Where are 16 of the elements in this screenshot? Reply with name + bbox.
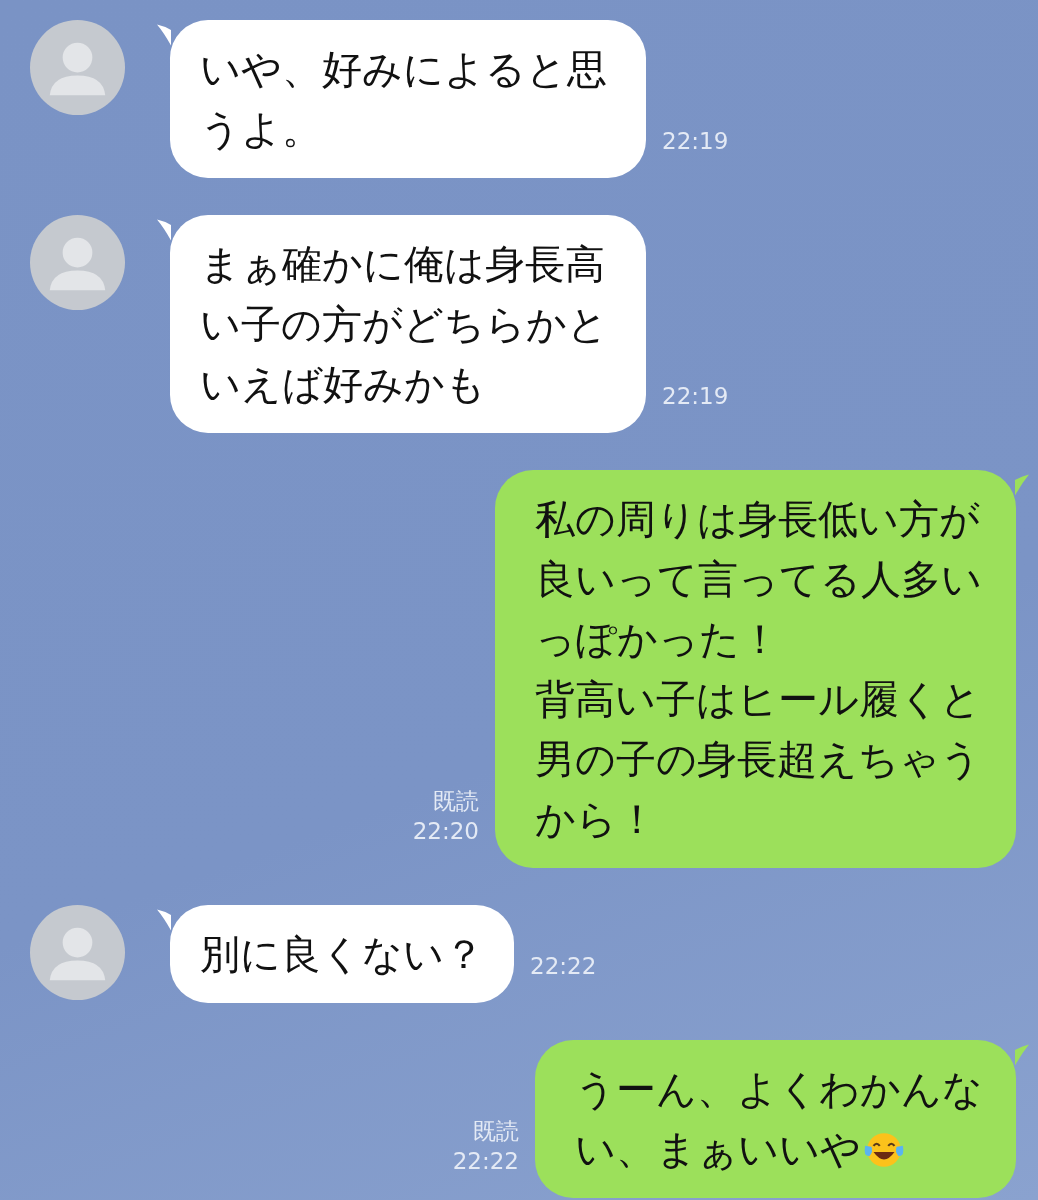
message-text: 背高い子はヒール履くと男の子の身長超えちゃうから！: [535, 676, 981, 842]
message-time: 22:20: [412, 817, 479, 846]
read-label: 既読: [473, 1117, 519, 1146]
message-text: まぁ確かに俺は身長高い子の方がどちらかといえば好みかも: [200, 241, 608, 407]
message-text: 私の周りは身長低い方が良いって言ってる人多いっぽかった！: [535, 496, 982, 662]
message-text: うーん、よくわかんない、まぁいいや: [575, 1066, 983, 1172]
avatar-icon[interactable]: [30, 905, 125, 1000]
message-time: 22:19: [662, 382, 729, 411]
message-time: 22:19: [662, 127, 729, 156]
avatar-icon[interactable]: [30, 20, 125, 115]
message-time: 22:22: [530, 952, 597, 981]
message-text: いや、好みによると思うよ。: [200, 46, 607, 152]
message-time: 22:22: [452, 1147, 519, 1176]
read-label: 既読: [433, 787, 479, 816]
avatar-icon[interactable]: [30, 215, 125, 310]
message-text: 別に良くない？: [200, 931, 484, 977]
